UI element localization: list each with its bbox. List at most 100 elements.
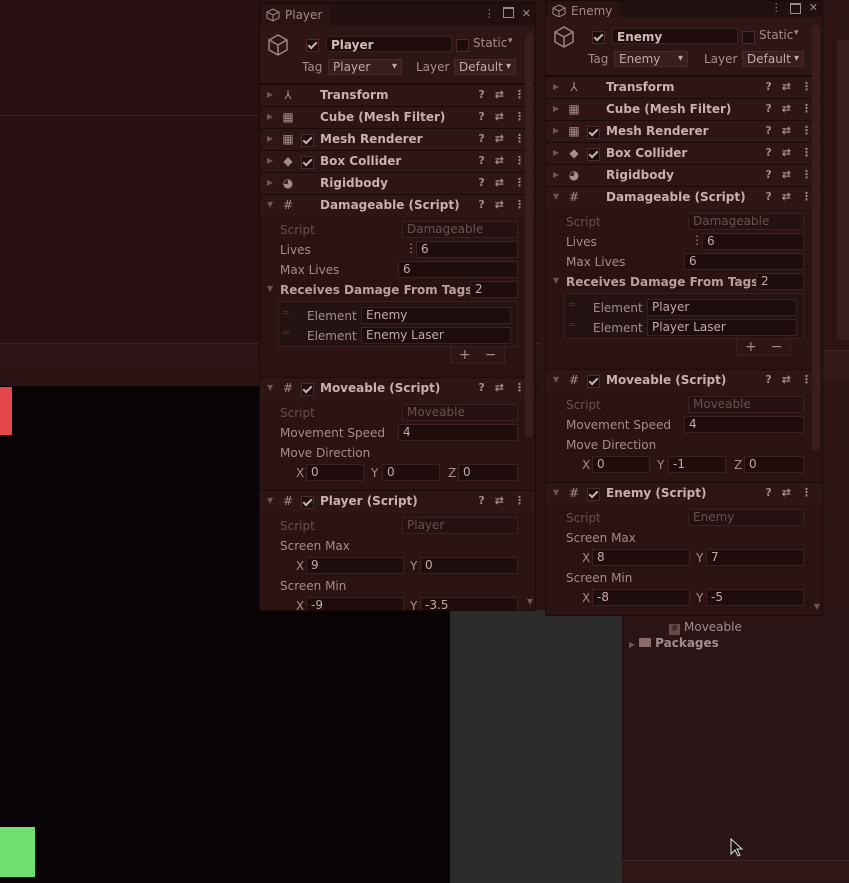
collapse-arrow-icon[interactable]: ▼ [267, 383, 273, 392]
preset-icon[interactable]: ⇄ [782, 124, 791, 137]
chevron-down-icon[interactable]: ▾ [794, 28, 799, 38]
preset-icon[interactable]: ⇄ [495, 110, 504, 123]
tags-count-field[interactable]: 2 [470, 281, 518, 298]
scroll-down-icon[interactable]: ▼ [527, 597, 533, 606]
project-item-moveable[interactable]: # Moveable [669, 620, 742, 635]
direction-y-field[interactable]: -1 [668, 456, 726, 473]
menu-icon[interactable]: ⋮ [801, 373, 812, 386]
max-lives-field[interactable]: 6 [684, 253, 804, 270]
minus-icon[interactable]: − [485, 347, 497, 363]
active-checkbox[interactable] [592, 30, 605, 44]
static-checkbox[interactable] [742, 30, 755, 44]
preset-icon[interactable]: ⇄ [782, 190, 791, 203]
direction-x-field[interactable]: 0 [306, 464, 364, 481]
enabled-checkbox[interactable] [301, 382, 314, 396]
expand-arrow-icon[interactable]: ▶ [267, 112, 273, 121]
preset-icon[interactable]: ⇄ [495, 88, 504, 101]
preset-icon[interactable]: ⇄ [495, 176, 504, 189]
collapse-arrow-icon[interactable]: ▼ [553, 192, 559, 201]
menu-icon[interactable]: ⋮ [801, 486, 812, 499]
close-icon[interactable]: ✕ [809, 1, 818, 14]
screen-max-x-field[interactable]: 9 [306, 557, 404, 574]
maximize-icon[interactable] [502, 7, 514, 18]
maximize-icon[interactable] [789, 3, 801, 14]
direction-y-field[interactable]: 0 [382, 464, 440, 481]
screen-min-y-field[interactable]: -5 [706, 589, 804, 606]
direction-z-field[interactable]: 0 [744, 456, 804, 473]
help-icon[interactable]: ? [478, 176, 484, 189]
scroll-down-icon[interactable]: ▼ [814, 602, 820, 611]
project-item-packages[interactable]: ▶ Packages [629, 636, 719, 650]
script-field[interactable]: Moveable [688, 396, 804, 413]
collapse-arrow-icon[interactable]: ▼ [553, 375, 559, 384]
collapse-arrow-icon[interactable]: ▼ [267, 200, 273, 209]
menu-icon[interactable]: ⋮ [514, 176, 525, 189]
component-player-script[interactable]: ▼ # Player (Script) ? ⇄ ⋮ [260, 490, 535, 513]
component-moveable[interactable]: ▼ # Moveable (Script) ? ⇄ ⋮ [260, 377, 535, 400]
enabled-checkbox[interactable] [587, 147, 600, 161]
help-icon[interactable]: ? [765, 80, 771, 93]
preset-icon[interactable]: ⇄ [495, 132, 504, 145]
preset-icon[interactable]: ⇄ [782, 80, 791, 93]
preset-icon[interactable]: ⇄ [782, 168, 791, 181]
screen-min-y-field[interactable]: -3.5 [420, 597, 518, 610]
component-box-collider[interactable]: ▶ ◆ Box Collider ? ⇄ ⋮ [260, 150, 535, 173]
minus-icon[interactable]: − [771, 339, 783, 355]
menu-icon[interactable]: ⋮ [484, 7, 495, 20]
expand-arrow-icon[interactable]: ▶ [553, 170, 559, 179]
script-field[interactable]: Enemy [688, 509, 804, 526]
component-mesh-filter[interactable]: ▶ ▦ Cube (Mesh Filter) ? ⇄ ⋮ [260, 106, 535, 129]
preset-icon[interactable]: ⇄ [495, 494, 504, 507]
collapse-arrow-icon[interactable]: ▼ [267, 284, 273, 293]
screen-max-y-field[interactable]: 7 [706, 549, 804, 566]
tag-dropdown[interactable]: Enemy [614, 51, 688, 67]
element-field[interactable]: Enemy [361, 307, 511, 324]
preset-icon[interactable]: ⇄ [495, 198, 504, 211]
static-label[interactable]: Static [759, 28, 793, 42]
component-damageable[interactable]: ▼ # Damageable (Script) ? ⇄ ⋮ [260, 194, 535, 217]
inspector-scrollbar[interactable] [812, 25, 820, 450]
help-icon[interactable]: ? [765, 373, 771, 386]
drag-handle-icon[interactable]: ═ [569, 300, 575, 311]
menu-icon[interactable]: ⋮ [514, 381, 525, 394]
help-icon[interactable]: ? [478, 494, 484, 507]
help-icon[interactable]: ? [765, 124, 771, 137]
menu-icon[interactable]: ⋮ [514, 494, 525, 507]
preset-icon[interactable]: ⇄ [495, 381, 504, 394]
screen-max-y-field[interactable]: 0 [420, 557, 518, 574]
script-field[interactable]: Player [402, 517, 518, 534]
collapse-arrow-icon[interactable]: ▼ [267, 496, 273, 505]
drag-handle-icon[interactable]: ═ [283, 328, 289, 339]
component-mesh-filter[interactable]: ▶ ▦ Cube (Mesh Filter) ? ⇄ ⋮ [546, 98, 822, 121]
component-mesh-renderer[interactable]: ▶ ▦ Mesh Renderer ? ⇄ ⋮ [260, 128, 535, 151]
expand-arrow-icon[interactable]: ▶ [553, 126, 559, 135]
expand-arrow-icon[interactable]: ▶ [267, 156, 273, 165]
menu-icon[interactable]: ⋮ [801, 124, 812, 137]
static-checkbox[interactable] [456, 38, 469, 52]
expand-arrow-icon[interactable]: ▶ [267, 90, 273, 99]
close-icon[interactable]: ✕ [522, 7, 531, 20]
help-icon[interactable]: ? [478, 88, 484, 101]
component-transform[interactable]: ▶ ⅄ Transform ? ⇄ ⋮ [546, 76, 822, 99]
preset-icon[interactable]: ⇄ [782, 146, 791, 159]
help-icon[interactable]: ? [765, 146, 771, 159]
chevron-down-icon[interactable]: ▾ [508, 36, 513, 46]
enabled-checkbox[interactable] [301, 495, 314, 509]
collapse-arrow-icon[interactable]: ▼ [553, 276, 559, 285]
direction-x-field[interactable]: 0 [592, 456, 650, 473]
movement-speed-field[interactable]: 4 [398, 424, 518, 441]
menu-icon[interactable]: ⋮ [801, 146, 812, 159]
menu-icon[interactable]: ⋮ [514, 88, 525, 101]
expand-arrow-icon[interactable]: ▶ [553, 82, 559, 91]
tags-list-label[interactable]: Receives Damage From Tags [280, 283, 472, 297]
enabled-checkbox[interactable] [301, 155, 314, 169]
object-name-field[interactable]: Player [326, 36, 452, 52]
component-enemy-script[interactable]: ▼ # Enemy (Script) ? ⇄ ⋮ [546, 482, 822, 505]
movement-speed-field[interactable]: 4 [684, 416, 804, 433]
menu-icon[interactable]: ⋮ [801, 168, 812, 181]
help-icon[interactable]: ? [765, 168, 771, 181]
script-field[interactable]: Damageable [402, 221, 518, 238]
expand-arrow-icon[interactable]: ▶ [267, 178, 273, 187]
menu-icon[interactable]: ⋮ [514, 110, 525, 123]
preset-icon[interactable]: ⇄ [782, 102, 791, 115]
